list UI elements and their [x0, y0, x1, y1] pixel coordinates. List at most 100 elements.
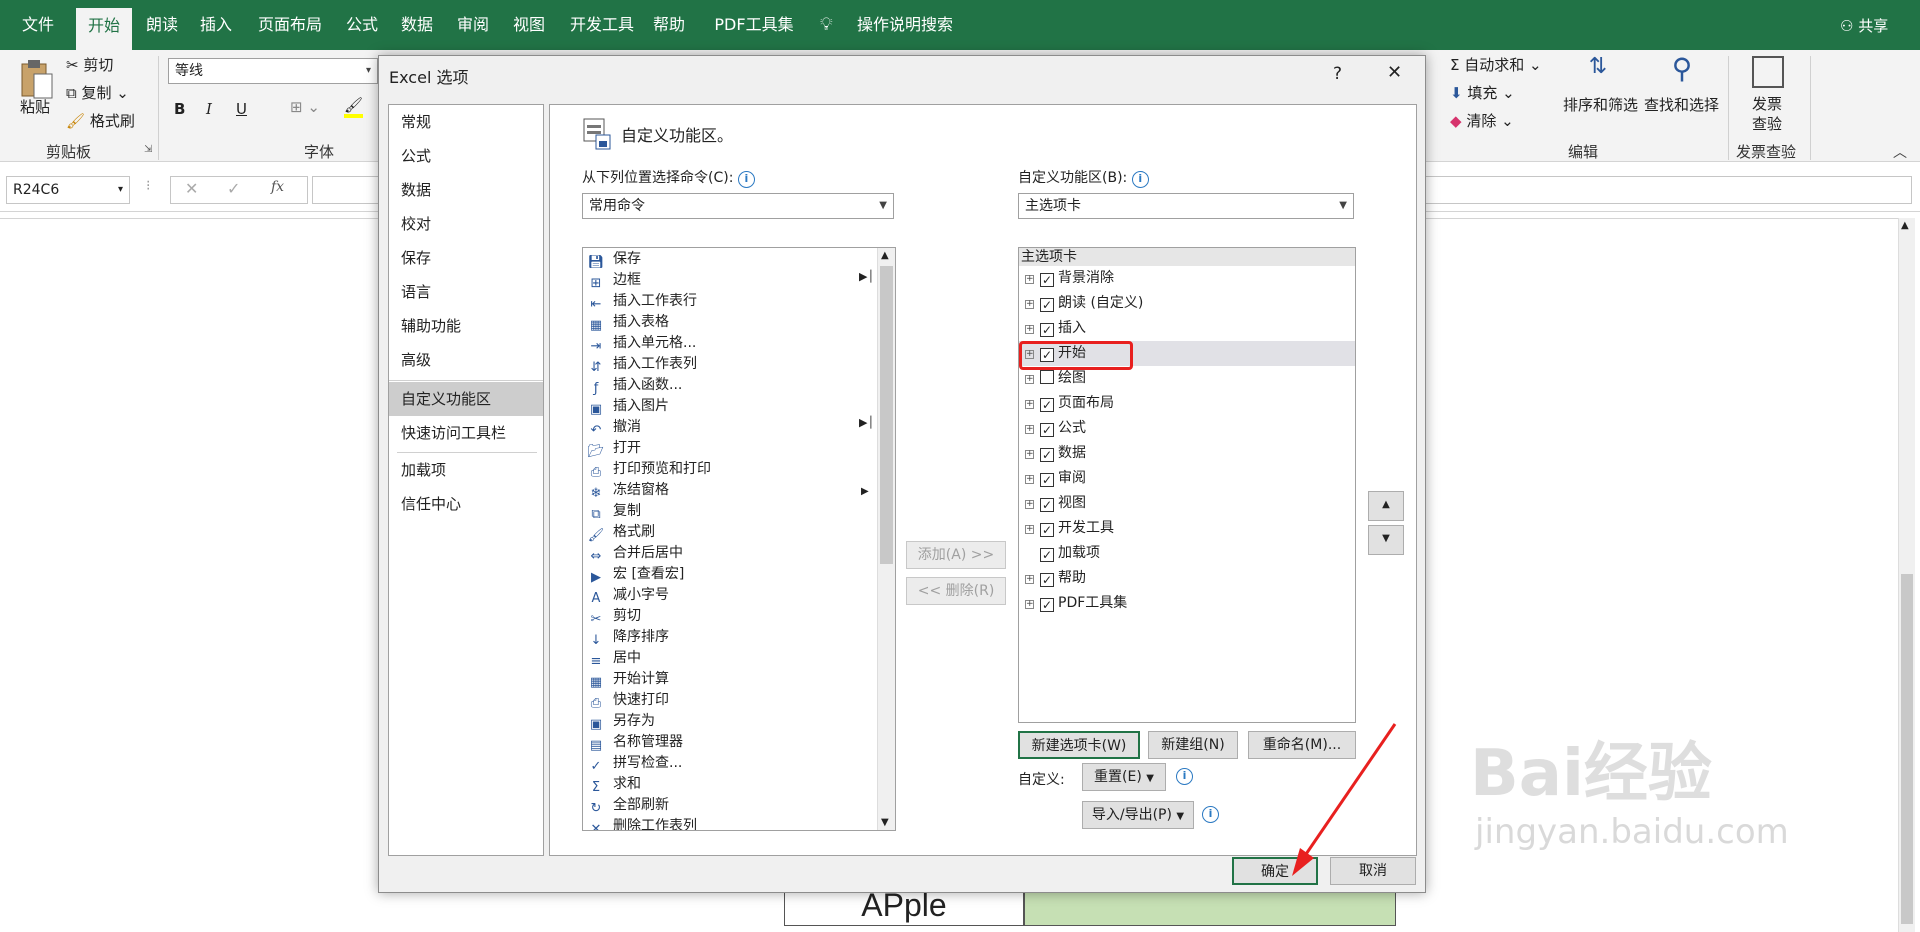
- tree-item[interactable]: + ✓ 朗读 (自定义): [1019, 291, 1355, 316]
- checkbox[interactable]: ✓: [1040, 273, 1054, 287]
- tree-item[interactable]: + ✓ 审阅: [1019, 466, 1355, 491]
- find-select-button[interactable]: 查找和选择: [1644, 94, 1719, 115]
- cancel-icon[interactable]: ✕: [185, 179, 198, 198]
- invoice-check-button[interactable]: 发票 查验: [1752, 94, 1782, 134]
- nav-proofing[interactable]: 校对: [389, 207, 543, 241]
- tree-item[interactable]: + ✓ 公式: [1019, 416, 1355, 441]
- nav-data[interactable]: 数据: [389, 173, 543, 207]
- tree-item[interactable]: + ✓ 背景消除: [1019, 266, 1355, 291]
- expand-icon[interactable]: +: [1025, 300, 1034, 309]
- command-item[interactable]: ✓ 拼写检查...: [583, 753, 683, 774]
- checkbox[interactable]: ✓: [1040, 598, 1054, 612]
- expand-icon[interactable]: +: [1025, 375, 1034, 384]
- collapse-ribbon-icon[interactable]: ︿: [1893, 142, 1907, 162]
- info-icon[interactable]: i: [1202, 805, 1219, 823]
- tab-insert[interactable]: 插入: [190, 0, 242, 50]
- move-up-button[interactable]: ▲: [1368, 491, 1404, 521]
- expand-icon[interactable]: +: [1025, 600, 1034, 609]
- expand-icon[interactable]: +: [1025, 475, 1034, 484]
- command-item[interactable]: ❄︎ 冻结窗格: [583, 480, 669, 501]
- command-item[interactable]: ⎙ 快速打印: [583, 690, 669, 711]
- reset-button[interactable]: 重置(E) ▼: [1082, 763, 1166, 791]
- tab-home[interactable]: 开始: [76, 8, 132, 50]
- checkbox[interactable]: ✓: [1040, 548, 1054, 562]
- command-item[interactable]: ƒ 插入函数...: [583, 375, 683, 396]
- dialog-launcher-icon[interactable]: ⇲: [144, 144, 152, 155]
- nav-general[interactable]: 常规: [389, 105, 543, 139]
- command-item[interactable]: ↶ 撤消: [583, 417, 641, 438]
- command-item[interactable]: ⇔ 合并后居中: [583, 543, 683, 564]
- expand-icon[interactable]: +: [1025, 425, 1034, 434]
- tab-review[interactable]: 审阅: [448, 0, 498, 50]
- command-item[interactable]: Σ 求和: [583, 774, 641, 795]
- fill-button[interactable]: ⬇ 填充 ⌄: [1450, 82, 1515, 103]
- tab-pdf-tools[interactable]: PDF工具集: [712, 0, 796, 50]
- command-item[interactable]: ▤ 名称管理器: [583, 732, 683, 753]
- remove-button[interactable]: << 删除(R): [906, 577, 1006, 605]
- command-item[interactable]: ⊞ 边框: [583, 270, 641, 291]
- command-item[interactable]: ⎙ 打印预览和打印: [583, 459, 711, 480]
- command-item[interactable]: ▦ 插入表格: [583, 312, 669, 333]
- nav-save[interactable]: 保存: [389, 241, 543, 275]
- tab-help[interactable]: 帮助: [644, 0, 694, 50]
- checkbox[interactable]: ✓: [1040, 423, 1054, 437]
- command-item[interactable]: A 减小字号: [583, 585, 669, 606]
- italic-button[interactable]: I: [206, 100, 212, 118]
- command-item[interactable]: ⇥ 插入单元格...: [583, 333, 697, 354]
- checkbox[interactable]: ✓: [1040, 573, 1054, 587]
- customize-ribbon-combo[interactable]: 主选项卡 ▼: [1018, 193, 1354, 219]
- add-button[interactable]: 添加(A) >>: [906, 541, 1006, 569]
- commands-list[interactable]: 💾︎ 保存 ⊞ 边框 ⇤ 插入工作表行 ▦ 插入表格 ⇥ 插入单元格... ⇵ 插入工作表列 ƒ 插入函数…: [582, 247, 896, 831]
- command-item[interactable]: ▶ 宏 [查看宏]: [583, 564, 684, 585]
- command-item[interactable]: ▣ 另存为: [583, 711, 655, 732]
- new-group-button[interactable]: 新建组(N): [1148, 731, 1238, 759]
- fill-color-icon[interactable]: 🖌︎: [344, 96, 364, 118]
- copy-button[interactable]: ⧉ 复制 ⌄: [66, 82, 129, 103]
- tab-developer[interactable]: 开发工具: [566, 0, 638, 50]
- expand-icon[interactable]: +: [1025, 575, 1034, 584]
- expand-icon[interactable]: +: [1025, 450, 1034, 459]
- expand-icon[interactable]: +: [1025, 500, 1034, 509]
- border-icon[interactable]: ⊞ ⌄: [290, 98, 320, 116]
- command-item[interactable]: ▦ 开始计算: [583, 669, 669, 690]
- format-painter-button[interactable]: 🖌︎ 格式刷: [66, 110, 135, 131]
- close-button[interactable]: ✕: [1387, 62, 1402, 83]
- command-item[interactable]: ↻ 全部刷新: [583, 795, 669, 816]
- clear-button[interactable]: ◆ 清除 ⌄: [1450, 110, 1514, 131]
- tree-item[interactable]: + ✓ 插入: [1019, 316, 1355, 341]
- help-button[interactable]: ?: [1333, 64, 1342, 84]
- nav-trust-center[interactable]: 信任中心: [389, 487, 543, 521]
- tree-item[interactable]: + ✓ 页面布局: [1019, 391, 1355, 416]
- ribbon-tabs-tree[interactable]: 主选项卡 + ✓ 背景消除 + ✓ 朗读 (自定义) + ✓ 插入 + ✓ 开始 + 绘图 + ✓ 页面布局 + ✓…: [1018, 247, 1356, 723]
- checkbox[interactable]: ✓: [1040, 448, 1054, 462]
- command-item[interactable]: ↓ 降序排序: [583, 627, 669, 648]
- autosum-button[interactable]: Σ 自动求和 ⌄: [1450, 54, 1542, 75]
- scroll-thumb[interactable]: [1901, 574, 1913, 924]
- command-item[interactable]: 📂︎ 打开: [583, 438, 641, 459]
- insert-function-icon[interactable]: fx: [271, 179, 284, 195]
- checkbox[interactable]: ✓: [1040, 473, 1054, 487]
- nav-customize-ribbon[interactable]: 自定义功能区: [389, 382, 543, 416]
- scroll-down-icon[interactable]: ▼: [881, 817, 889, 828]
- checkbox[interactable]: ✓: [1040, 323, 1054, 337]
- info-icon[interactable]: i: [737, 171, 755, 188]
- tree-item[interactable]: + ✓ PDF工具集: [1019, 591, 1355, 616]
- new-tab-button[interactable]: 新建选项卡(W): [1018, 731, 1140, 759]
- tab-data[interactable]: 数据: [392, 0, 442, 50]
- expand-icon[interactable]: +: [1025, 400, 1034, 409]
- tab-read[interactable]: 朗读: [136, 0, 188, 50]
- scroll-up-icon[interactable]: ▲: [1901, 220, 1909, 231]
- checkbox[interactable]: ✓: [1040, 398, 1054, 412]
- scroll-up-icon[interactable]: ▲: [881, 250, 889, 261]
- checkbox[interactable]: ✓: [1040, 523, 1054, 537]
- name-box[interactable]: R24C6 ▾: [6, 176, 130, 204]
- bold-button[interactable]: B: [174, 100, 185, 118]
- checkbox[interactable]: ✓: [1040, 498, 1054, 512]
- checkbox[interactable]: ✓: [1040, 298, 1054, 312]
- nav-accessibility[interactable]: 辅助功能: [389, 309, 543, 343]
- tab-file[interactable]: 文件: [10, 0, 66, 50]
- sheet-scrollbar[interactable]: ▲: [1898, 218, 1915, 932]
- info-icon[interactable]: i: [1131, 171, 1149, 188]
- command-item[interactable]: ⇤ 插入工作表行: [583, 291, 697, 312]
- tree-item[interactable]: + ✓ 视图: [1019, 491, 1355, 516]
